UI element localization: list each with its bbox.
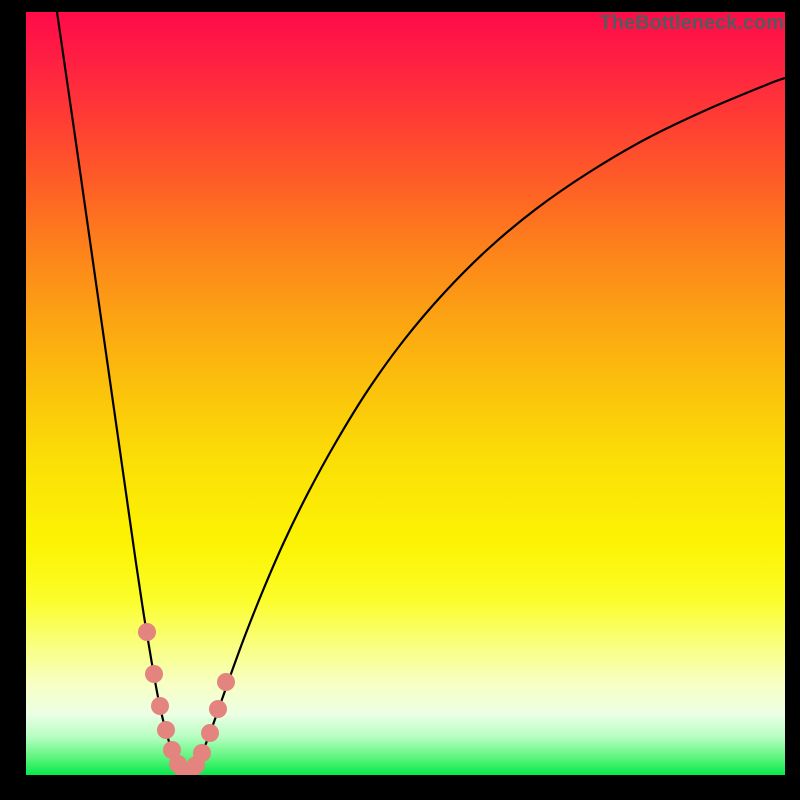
- highlight-dot: [217, 673, 235, 691]
- highlight-dot: [157, 721, 175, 739]
- watermark-text: TheBottleneck.com: [600, 12, 784, 35]
- highlight-dot: [201, 724, 219, 742]
- highlight-dot: [138, 623, 156, 641]
- highlight-dot: [145, 665, 163, 683]
- marker-layer: [26, 12, 785, 775]
- highlight-dot: [151, 697, 169, 715]
- highlight-markers: [138, 623, 235, 775]
- chart-frame: TheBottleneck.com: [0, 0, 800, 800]
- highlight-dot: [209, 700, 227, 718]
- highlight-dot: [193, 744, 211, 762]
